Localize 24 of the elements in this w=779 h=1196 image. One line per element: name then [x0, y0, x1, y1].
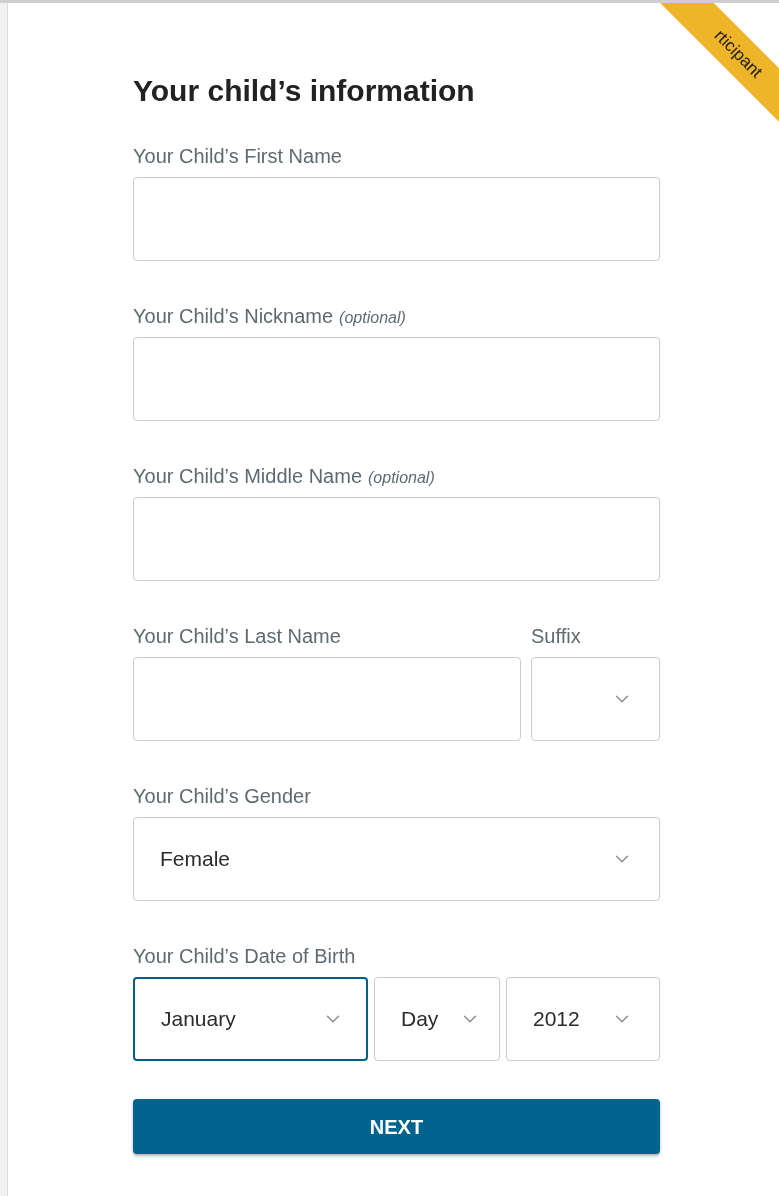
- next-button[interactable]: NEXT: [133, 1099, 660, 1154]
- select-value: January: [161, 1006, 236, 1033]
- select-value: Female: [160, 846, 231, 873]
- text-field[interactable]: [133, 337, 660, 421]
- select-field[interactable]: Female: [133, 817, 660, 901]
- text-field[interactable]: [133, 177, 660, 261]
- text-field[interactable]: [133, 657, 521, 741]
- select-value: 2012: [533, 1006, 580, 1033]
- field-label: Your Child’s Gender: [133, 784, 311, 809]
- field-label: Your Child’s First Name: [133, 144, 342, 169]
- optional-note: (optional): [339, 308, 406, 328]
- form-heading: Your child’s information: [133, 73, 476, 109]
- select-value: Day: [401, 1006, 439, 1033]
- optional-note: (optional): [368, 468, 435, 488]
- text-field[interactable]: [133, 497, 660, 581]
- select-field[interactable]: [531, 657, 660, 741]
- field-label: Your Child’s Last Name: [133, 624, 341, 649]
- field-label: Your Child’s Middle Name: [133, 464, 362, 489]
- select-field[interactable]: January: [133, 977, 368, 1061]
- field-label: Your Child’s Nickname: [133, 304, 334, 329]
- select-field[interactable]: 2012: [506, 977, 660, 1061]
- field-label: Suffix: [531, 624, 581, 649]
- field-label: Your Child’s Date of Birth: [133, 944, 356, 969]
- select-field[interactable]: Day: [374, 977, 500, 1061]
